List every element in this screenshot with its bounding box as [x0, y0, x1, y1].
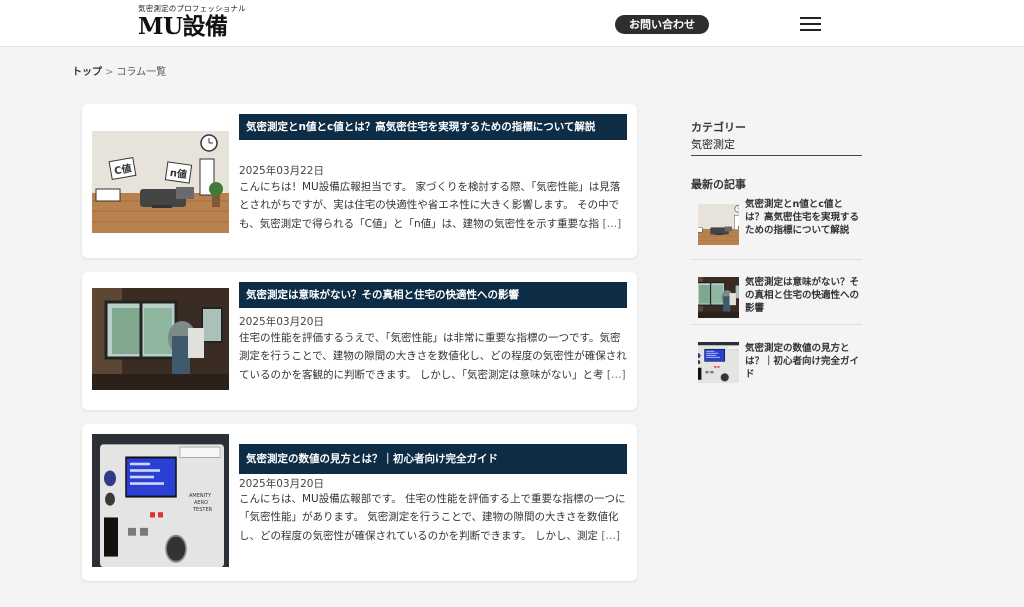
site-logo[interactable]: 気密測定のプロフェッショナル MU設備 — [138, 3, 248, 40]
article-thumbnail[interactable] — [92, 288, 229, 390]
breadcrumb-home-link[interactable]: トップ — [72, 67, 102, 78]
read-more-link[interactable]: […] — [601, 530, 620, 542]
article-date: 2025年03月22日 — [239, 165, 324, 177]
read-more-link[interactable]: […] — [603, 218, 622, 230]
article-title[interactable]: 気密測定は意味がない？その真相と住宅の快適性への影響 — [239, 282, 627, 308]
thumbnail-label: AERO — [194, 500, 208, 506]
thumbnail-label: n値 — [164, 161, 193, 184]
breadcrumb-current: コラム一覧 — [116, 67, 167, 78]
recent-post-thumbnail[interactable] — [698, 342, 739, 383]
hamburger-menu-icon[interactable] — [800, 17, 821, 32]
breadcrumb-separator: > — [105, 67, 114, 78]
article-excerpt: こんにちは、MU設備広報部です。 住宅の性能を評価する上で重要な指標の一つに「気… — [239, 490, 629, 545]
article-card[interactable]: C値 n値 気密測定とn値とc値とは？高気密住宅を実現するための指標について解説… — [82, 104, 637, 258]
breadcrumb: トップ > コラム一覧 — [72, 63, 166, 78]
article-date: 2025年03月20日 — [239, 316, 324, 328]
recent-posts-heading: 最新の記事 — [691, 178, 746, 191]
article-card[interactable]: 気密測定は意味がない？その真相と住宅の快適性への影響 2025年03月20日 住… — [82, 272, 637, 410]
recent-post-title[interactable]: 気密測定の数値の見方とは？｜初心者向け完全ガイド — [745, 342, 859, 381]
article-excerpt: 住宅の性能を評価するうえで、「気密性能」は非常に重要な指標の一つです。気密測定を… — [239, 329, 629, 384]
article-thumbnail[interactable]: AMENITY AERO TESTER — [92, 434, 229, 567]
read-more-link[interactable]: […] — [607, 369, 626, 381]
logo-brand: MU設備 — [138, 13, 228, 40]
article-title[interactable]: 気密測定の数値の見方とは？｜初心者向け完全ガイド — [239, 444, 627, 474]
recent-post-item[interactable]: 気密測定とn値とc値とは？高気密住宅を実現するための指標について解説 — [691, 194, 862, 260]
recent-post-item[interactable]: 気密測定は意味がない？その真相と住宅の快適性への影響 — [691, 268, 862, 325]
contact-button[interactable]: お問い合わせ — [615, 15, 709, 34]
excerpt-text: こんにちは、MU設備広報部です。 住宅の性能を評価する上で重要な指標の一つに「気… — [239, 493, 626, 542]
article-thumbnail[interactable]: C値 n値 — [92, 131, 229, 233]
excerpt-text: 住宅の性能を評価するうえで、「気密性能」は非常に重要な指標の一つです。気密測定を… — [239, 332, 627, 381]
recent-post-item[interactable]: 気密測定の数値の見方とは？｜初心者向け完全ガイド — [691, 333, 862, 388]
recent-post-thumbnail[interactable] — [698, 204, 739, 245]
article-excerpt: こんにちは！MU設備広報担当です。 家づくりを検討する際、「気密性能」は見落とさ… — [239, 178, 629, 233]
excerpt-text: こんにちは！MU設備広報担当です。 家づくりを検討する際、「気密性能」は見落とさ… — [239, 181, 621, 230]
category-link[interactable]: 気密測定 — [691, 136, 862, 156]
thumbnail-label: AMENITY — [189, 493, 212, 499]
site-header: 気密測定のプロフェッショナル MU設備 お問い合わせ — [0, 0, 1024, 47]
article-date: 2025年03月20日 — [239, 478, 324, 490]
recent-post-title[interactable]: 気密測定は意味がない？その真相と住宅の快適性への影響 — [745, 276, 859, 315]
recent-post-thumbnail[interactable] — [698, 277, 739, 318]
article-card[interactable]: AMENITY AERO TESTER 気密測定の数値の見方とは？｜初心者向け完… — [82, 424, 637, 581]
thumbnail-label: TESTER — [193, 507, 213, 513]
category-heading: カテゴリー — [691, 121, 746, 134]
article-title[interactable]: 気密測定とn値とc値とは？高気密住宅を実現するための指標について解説 — [239, 114, 627, 140]
recent-post-title[interactable]: 気密測定とn値とc値とは？高気密住宅を実現するための指標について解説 — [745, 198, 859, 237]
